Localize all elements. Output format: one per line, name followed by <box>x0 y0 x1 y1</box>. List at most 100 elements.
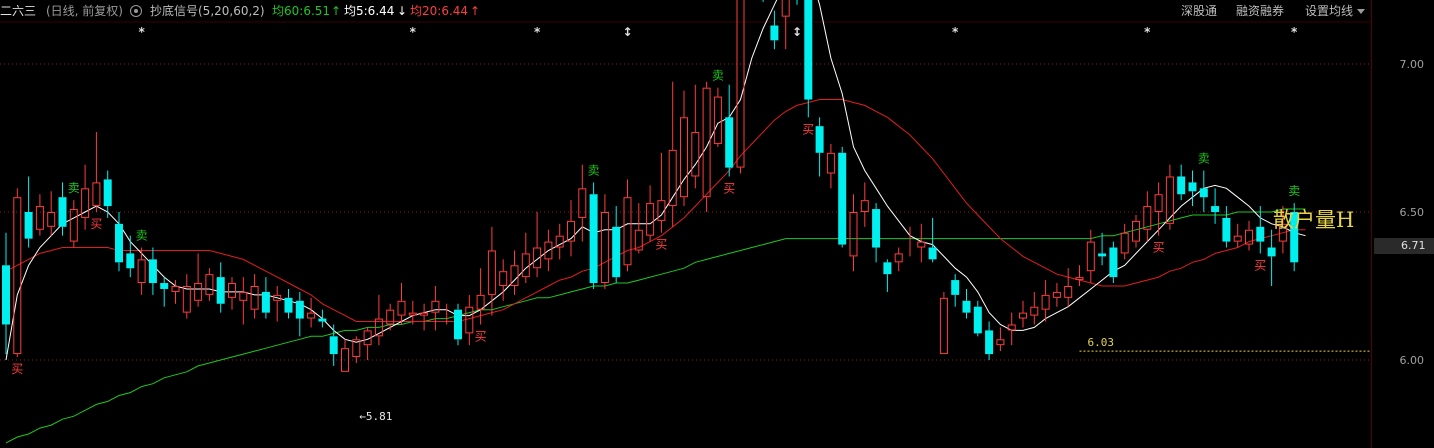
up-candle <box>1245 220 1253 251</box>
candle-body <box>962 300 971 313</box>
down-candle <box>1267 229 1276 286</box>
candle-body <box>770 25 779 41</box>
up-candle <box>363 327 372 360</box>
up-candle <box>533 212 542 278</box>
up-candle <box>860 182 869 227</box>
candle-body <box>973 306 982 334</box>
candle-body <box>725 117 734 168</box>
event-marker-icon: ↕ <box>622 25 632 39</box>
candle-body <box>612 226 621 278</box>
up-candle <box>352 336 361 363</box>
sell-signal: 卖 <box>588 163 600 177</box>
candle-body <box>1177 176 1186 195</box>
price-level-label: 6.03 <box>1088 336 1115 349</box>
down-candle <box>804 0 813 118</box>
candle-body <box>92 182 101 207</box>
up-candle <box>668 81 677 227</box>
up-candle <box>1143 191 1152 242</box>
candlestick-chart[interactable]: 买卖买卖买卖买卖买卖卖买买卖买卖←7.98←5.817.246.03***↕↕*… <box>0 0 1434 448</box>
up-candle <box>555 223 564 260</box>
down-candle <box>589 182 598 289</box>
up-candle <box>1132 214 1140 248</box>
ma20-line <box>5 99 1306 322</box>
candle-body <box>228 283 236 298</box>
buy-signal: 买 <box>723 181 735 195</box>
up-candle <box>917 223 926 263</box>
candle-body <box>578 188 587 218</box>
candle-body <box>521 253 530 278</box>
up-candle <box>431 286 440 331</box>
down-candle <box>951 274 960 307</box>
candle-body <box>284 297 293 313</box>
candle-body <box>58 197 67 227</box>
event-marker-icon: * <box>138 25 145 39</box>
candle-body <box>917 241 926 248</box>
sell-signal: 卖 <box>136 229 148 243</box>
sell-signal: 卖 <box>1288 184 1300 198</box>
up-candle <box>1233 223 1242 248</box>
candle-body <box>216 277 225 304</box>
low-price-annotation: ←5.81 <box>359 410 392 423</box>
up-candle <box>465 294 474 346</box>
up-candle <box>567 200 575 257</box>
price-axis-separator <box>1371 0 1372 448</box>
candle-body <box>680 117 688 198</box>
up-candle <box>182 274 191 319</box>
candle-body <box>126 253 135 269</box>
down-candle <box>838 146 847 248</box>
candle-body <box>804 0 813 100</box>
up-candle <box>939 291 948 355</box>
candle-body <box>589 194 598 284</box>
candle-body <box>736 0 745 168</box>
candle-body <box>69 209 78 242</box>
down-candle <box>24 176 33 248</box>
candle-body <box>499 271 508 287</box>
candle-body <box>1052 291 1061 298</box>
up-candle <box>408 300 417 325</box>
down-candle <box>1211 188 1220 224</box>
up-candle <box>81 164 90 230</box>
down-candle <box>1199 170 1208 212</box>
up-candle <box>996 327 1005 352</box>
candle-body <box>408 312 417 316</box>
y-tick-label: 6.50 <box>1400 206 1425 219</box>
candle-body <box>239 291 248 301</box>
candle-body <box>2 265 10 325</box>
candle-body <box>295 300 304 319</box>
down-candle <box>1098 232 1107 266</box>
up-candle <box>657 152 666 233</box>
y-tick-label: 6.00 <box>1400 354 1425 367</box>
up-candle <box>92 132 101 212</box>
down-candle <box>261 277 270 319</box>
up-candle <box>47 191 56 236</box>
candle-body <box>24 212 33 239</box>
candle-body <box>171 286 180 292</box>
candle-body <box>826 152 835 174</box>
candle-body <box>1154 194 1163 213</box>
watermark-text: 散户量H <box>1273 208 1355 232</box>
down-candle <box>612 206 621 284</box>
up-candle <box>307 297 316 328</box>
candle-body <box>1120 232 1129 254</box>
down-candle <box>725 84 734 177</box>
candle-body <box>883 262 892 275</box>
buy-signal: 买 <box>11 362 23 376</box>
event-marker-icon: * <box>1291 25 1298 39</box>
up-candle <box>691 84 700 189</box>
candle-body <box>1075 277 1084 281</box>
candle-body <box>691 132 700 177</box>
candle-body <box>115 223 123 263</box>
candle-body <box>1109 247 1118 278</box>
candle-body <box>600 212 609 284</box>
buy-signal: 买 <box>475 329 487 343</box>
down-candle <box>1109 241 1118 284</box>
up-candle <box>1064 268 1073 307</box>
down-candle <box>160 277 169 307</box>
up-candle <box>521 232 530 284</box>
candle-body <box>307 312 316 319</box>
candle-body <box>205 274 214 295</box>
up-candle <box>194 253 203 307</box>
down-candle <box>1177 164 1186 201</box>
up-candle <box>849 194 858 272</box>
candle-body <box>420 312 429 316</box>
